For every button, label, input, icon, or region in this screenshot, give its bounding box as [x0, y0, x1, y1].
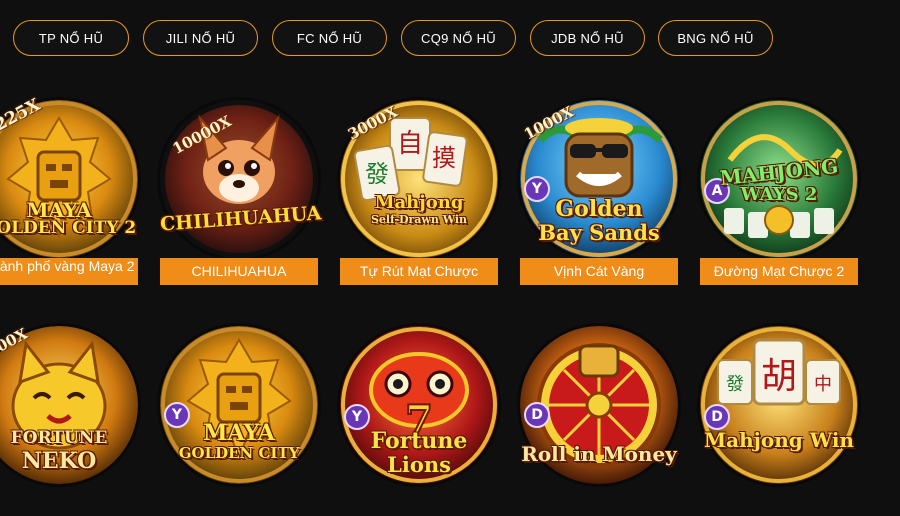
game-card-fortune-neko[interactable]: 3000X FORTUNE NEKO	[0, 325, 138, 516]
game-card-fortune-lions[interactable]: 7 Y Fortune Lions	[340, 326, 498, 516]
provider-tab-bar: TP NỔ HŨ JILI NỔ HŨ FC NỔ HŨ CQ9 NỔ HŨ J…	[0, 0, 900, 80]
game-card-mahjong-self-drawn-win[interactable]: 自 摸 發 3000X Mahjong Self-Drawn Win Tự Rú…	[340, 100, 498, 290]
game-card-maya-golden-city[interactable]: Y MAYA GOLDEN CITY	[160, 326, 318, 516]
game-logo-line2: Lions	[387, 452, 451, 477]
game-card-golden-bay-sands[interactable]: 1000X Y Golden Bay Sands Vịnh Cát Vàng	[520, 100, 678, 290]
svg-text:發: 發	[365, 160, 389, 188]
provider-badge: D	[704, 404, 730, 430]
game-logo-line1: FORTUNE	[10, 428, 108, 448]
game-logo-line1: MAYA	[26, 198, 92, 222]
tab-jili[interactable]: JILI NỔ HŨ	[143, 20, 258, 56]
game-card-maya-golden-city-2[interactable]: 1225X Y MAYA GOLDEN CITY 2 Thành phố vàn…	[0, 95, 138, 290]
tab-jdb[interactable]: JDB NỔ HŨ	[530, 20, 645, 56]
game-logo-line2: WAYS 2	[740, 184, 818, 205]
game-caption[interactable]: Vịnh Cát Vàng	[520, 258, 678, 285]
game-card-mahjong-ways-2[interactable]: A MAHJONG WAYS 2 Đường Mạt Chược 2	[700, 100, 858, 290]
game-logo-line1: MAYA	[203, 420, 275, 446]
game-thumbnail[interactable]	[160, 100, 318, 258]
game-logo-line2: Self-Drawn Win	[370, 213, 468, 226]
tab-cq9[interactable]: CQ9 NỔ HŨ	[401, 20, 516, 56]
svg-text:自: 自	[397, 129, 423, 159]
tab-fc[interactable]: FC NỔ HŨ	[272, 20, 387, 56]
svg-text:發: 發	[726, 374, 744, 395]
provider-badge: D	[524, 402, 550, 428]
game-logo-line2: NEKO	[21, 448, 97, 474]
svg-text:摸: 摸	[432, 144, 456, 172]
svg-text:中: 中	[814, 374, 832, 395]
tab-bng[interactable]: BNG NỔ HŨ	[658, 20, 773, 56]
game-logo-line1: Roll in Money	[521, 442, 677, 466]
game-logo-line1: Mahjong	[374, 192, 464, 213]
game-logo-line1: Mahjong Win	[704, 428, 854, 452]
game-caption[interactable]: CHILIHUAHUA	[160, 258, 318, 285]
game-card-mahjong-win[interactable]: 胡 發 中 D Mahjong Win	[700, 326, 858, 516]
game-caption[interactable]: Đường Mạt Chược 2	[700, 258, 858, 285]
game-logo-line2: Bay Sands	[538, 220, 660, 245]
game-card-roll-in-money[interactable]: D Roll in Money	[520, 326, 678, 516]
game-logo-line2: GOLDEN CITY	[178, 444, 300, 462]
provider-badge: Y	[344, 404, 370, 430]
game-logo-line1: Fortune	[370, 428, 468, 454]
game-caption[interactable]: Tự Rút Mạt Chược	[340, 258, 498, 285]
game-logo-line1: Golden	[555, 196, 643, 222]
game-caption[interactable]: Thành phố vàng Maya 2	[0, 258, 138, 285]
game-logo-line2: GOLDEN CITY 2	[0, 218, 137, 238]
svg-text:胡: 胡	[761, 356, 797, 397]
tab-tp[interactable]: TP NỔ HŨ	[13, 20, 129, 56]
game-card-chilihuahua[interactable]: 10000X CHILIHUAHUA CHILIHUAHUA	[159, 100, 322, 290]
